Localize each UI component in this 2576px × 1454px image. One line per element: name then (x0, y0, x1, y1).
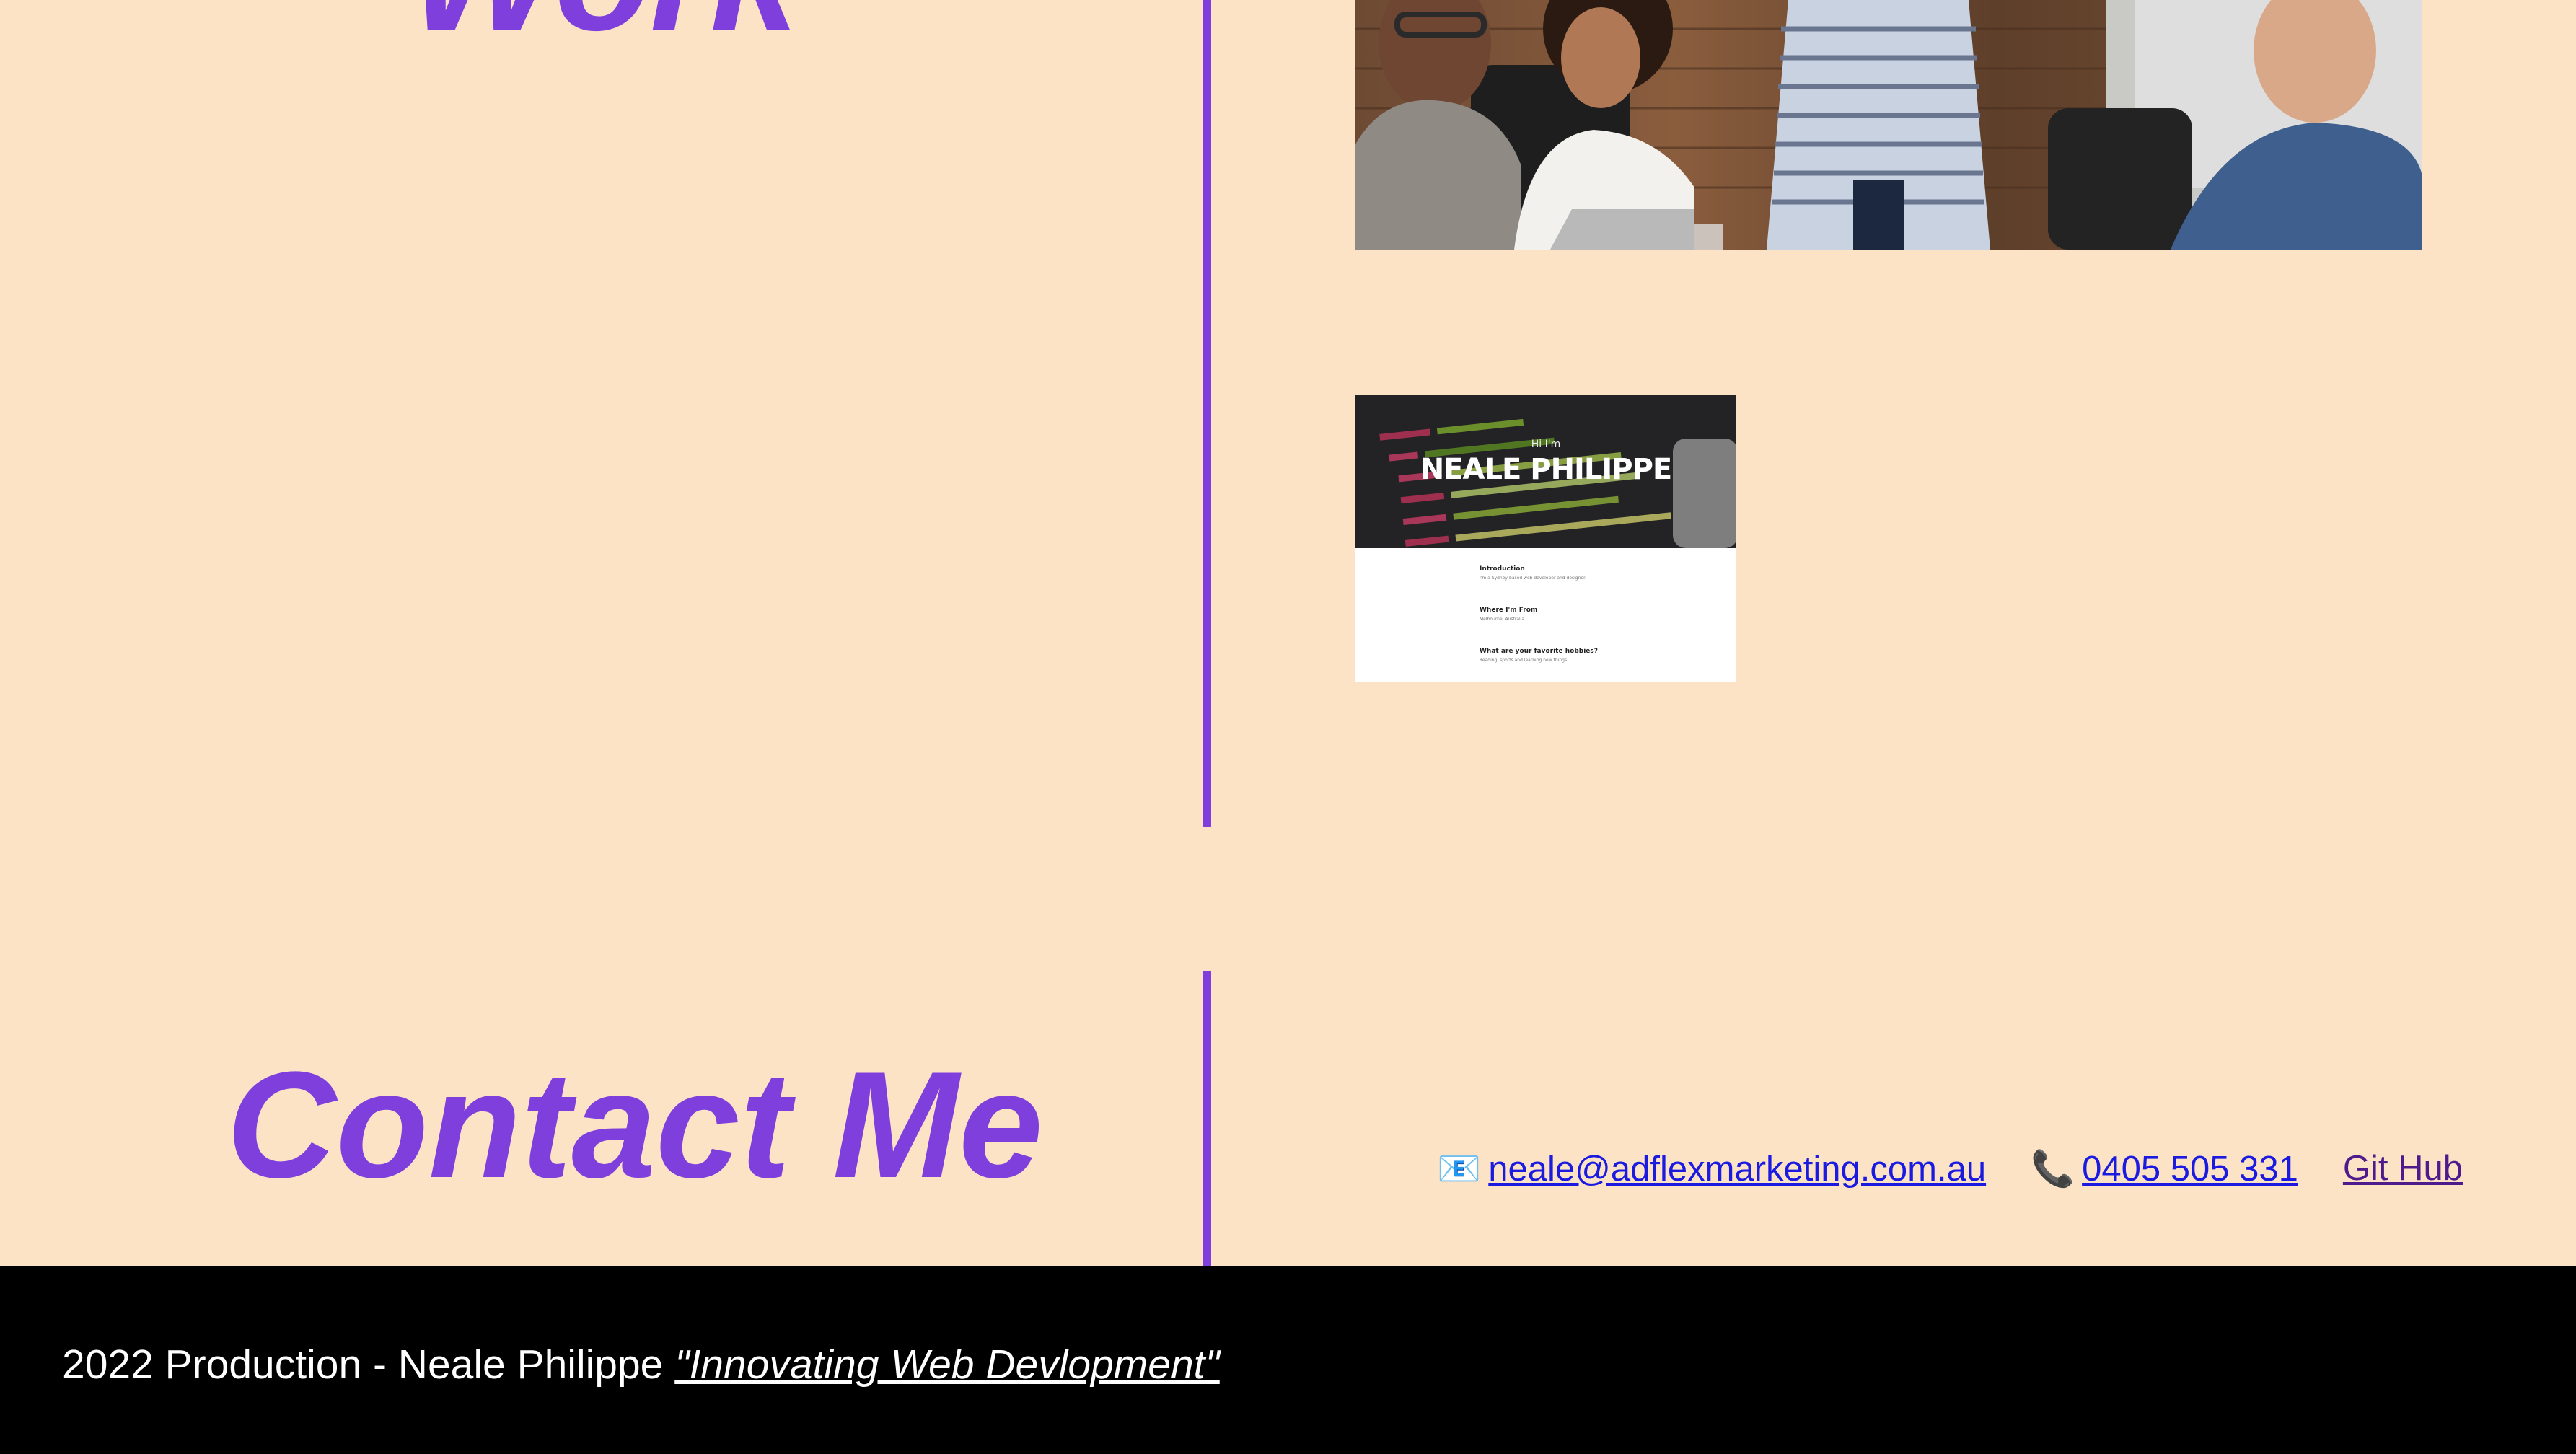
preview-section-text: I'm a Sydney-based web developer and des… (1480, 576, 1586, 581)
footer: 2022 Production - Neale Philippe "Innova… (0, 1266, 2576, 1454)
preview-section-heading: Where I'm From (1480, 607, 1538, 614)
work-heading: Work (0, 0, 1206, 58)
github-link[interactable]: Git Hub (2343, 1148, 2463, 1189)
neale-philippe-site-preview[interactable]: Hi I'm NEALE PHILIPPE Introduction I'm a… (1355, 395, 1736, 682)
preview-header: Hi I'm NEALE PHILIPPE (1355, 395, 1736, 548)
preview-title: NEALE PHILIPPE (1420, 453, 1673, 486)
preview-section-text: Reading, sports and learning new things (1480, 658, 1568, 663)
footer-tagline-link[interactable]: "Innovating Web Devlopment" (674, 1341, 1220, 1388)
phone-link[interactable]: 📞 0405 505 331 (2031, 1148, 2298, 1189)
preview-small-intro: Hi I'm (1531, 439, 1561, 450)
phone-icon: 📞 (2031, 1149, 2075, 1189)
work-divider (1203, 0, 1211, 827)
email-text: neale@adflexmarketing.com.au (1488, 1149, 1987, 1189)
email-link[interactable]: 📧 neale@adflexmarketing.com.au (1437, 1148, 1986, 1189)
email-icon: 📧 (1437, 1149, 1482, 1189)
contact-links: 📧 neale@adflexmarketing.com.au 📞 0405 505 … (1437, 1143, 2463, 1194)
preview-content: Introduction I'm a Sydney-based web deve… (1480, 565, 1718, 663)
contact-heading: Contact Me (227, 1040, 1043, 1210)
team-meeting-photo[interactable] (1355, 0, 2422, 250)
footer-text: 2022 Production - Neale Philippe "Innova… (62, 1336, 1220, 1393)
contact-divider (1203, 971, 1211, 1266)
preview-section-heading: Introduction (1480, 565, 1525, 573)
preview-section-text: Melbourne, Australia (1480, 617, 1525, 622)
phone-text: 0405 505 331 (2082, 1149, 2298, 1189)
footer-credit: 2022 Production - Neale Philippe (62, 1341, 675, 1388)
preview-section-heading: What are your favorite hobbies? (1480, 648, 1598, 655)
